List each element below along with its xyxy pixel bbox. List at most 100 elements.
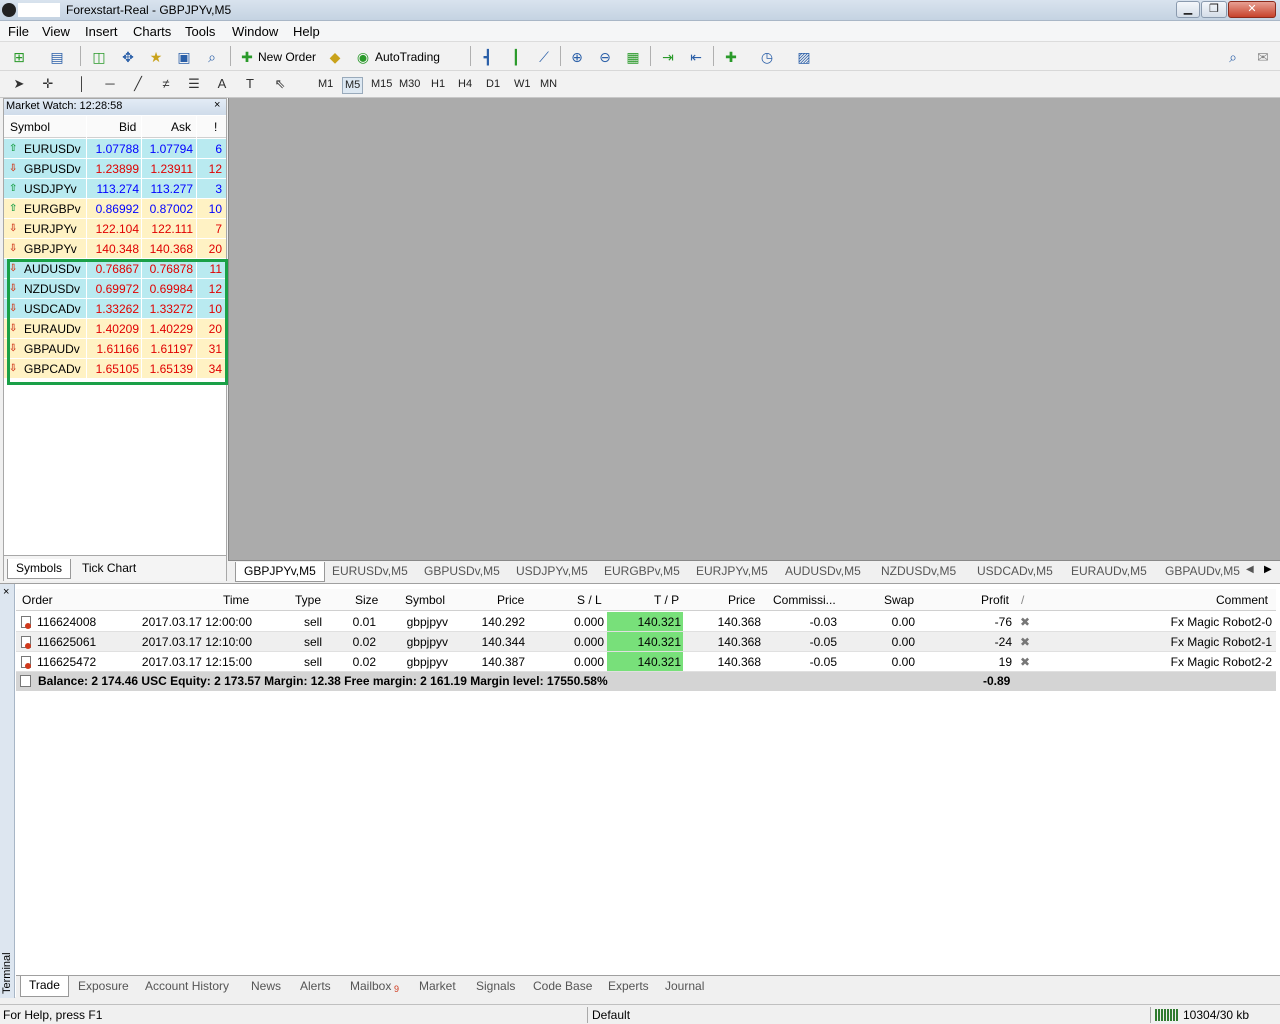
market-watch-close-icon[interactable]: × bbox=[214, 99, 220, 111]
tab-exposure[interactable]: Exposure bbox=[78, 979, 129, 993]
col-profit[interactable]: Profit bbox=[981, 593, 1009, 607]
tab-trade[interactable]: Trade bbox=[20, 976, 69, 997]
tf-h4[interactable]: H4 bbox=[456, 77, 474, 94]
tab-journal[interactable]: Journal bbox=[665, 979, 704, 993]
trendline-icon[interactable]: ╱ bbox=[128, 74, 148, 94]
strategy-tester-icon[interactable]: ⌕ bbox=[201, 46, 223, 68]
col-ask[interactable]: Ask bbox=[171, 120, 191, 134]
indicators-icon[interactable]: ✚ bbox=[720, 46, 742, 68]
data-window-icon[interactable]: ✥ bbox=[117, 46, 139, 68]
tf-m15[interactable]: M15 bbox=[369, 77, 394, 94]
tf-m1[interactable]: M1 bbox=[316, 77, 335, 94]
tab-signals[interactable]: Signals bbox=[476, 979, 515, 993]
tf-m5[interactable]: M5 bbox=[342, 77, 364, 94]
chart-tab-gbpusdv[interactable]: GBPUSDv,M5 bbox=[424, 564, 500, 578]
col-type[interactable]: Type bbox=[295, 593, 321, 607]
auto-scroll-icon[interactable]: ⇥ bbox=[657, 46, 679, 68]
zoom-out-icon[interactable]: ⊖ bbox=[594, 46, 616, 68]
close-button[interactable]: ✕ bbox=[1228, 1, 1276, 18]
col-tp[interactable]: T / P bbox=[654, 593, 679, 607]
chart-tab-audusdv[interactable]: AUDUSDv,M5 bbox=[785, 564, 861, 578]
text-label-icon[interactable]: T bbox=[240, 74, 260, 94]
search-icon[interactable]: ⌕ bbox=[1222, 46, 1244, 68]
tf-m30[interactable]: M30 bbox=[397, 77, 422, 94]
arrows-icon[interactable]: ⇖ bbox=[270, 74, 290, 94]
market-watch-row[interactable]: ⇩ GBPJPYv 140.348 140.368 20 bbox=[4, 239, 226, 259]
market-watch-row[interactable]: ⇧ EURGBPv 0.86992 0.87002 10 bbox=[4, 199, 226, 219]
text-tool-icon[interactable]: A bbox=[212, 74, 232, 94]
col-bid[interactable]: Bid bbox=[119, 120, 136, 134]
line-chart-icon[interactable]: ⟋ bbox=[533, 46, 555, 68]
close-order-icon[interactable]: ✖ bbox=[1020, 612, 1030, 632]
chart-tab-eurgbpv[interactable]: EURGBPv,M5 bbox=[604, 564, 680, 578]
tab-alerts[interactable]: Alerts bbox=[300, 979, 331, 993]
tab-scroll-left-icon[interactable]: ◀ bbox=[1246, 564, 1254, 575]
templates-icon[interactable]: ▨ bbox=[793, 46, 815, 68]
new-order-icon[interactable]: ✚ bbox=[236, 46, 258, 68]
menu-charts[interactable]: Charts bbox=[133, 24, 171, 39]
chat-icon[interactable]: ✉ bbox=[1252, 46, 1274, 68]
tab-symbols[interactable]: Symbols bbox=[7, 559, 72, 579]
chart-shift-icon[interactable]: ⇤ bbox=[685, 46, 707, 68]
cursor-icon[interactable]: ➤ bbox=[9, 74, 29, 94]
col-price[interactable]: Price bbox=[497, 593, 524, 607]
col-swap[interactable]: Swap bbox=[884, 593, 914, 607]
tab-account-history[interactable]: Account History bbox=[145, 979, 229, 993]
col-symbol[interactable]: Symbol bbox=[405, 593, 445, 607]
channel-icon[interactable]: ≠ bbox=[156, 74, 176, 94]
trade-row[interactable]: 116625472 2017.03.17 12:15:00 sell 0.02 gbpj… bbox=[16, 652, 1276, 672]
chart-workspace[interactable] bbox=[228, 98, 1280, 560]
trade-row[interactable]: 116624008 2017.03.17 12:00:00 sell 0.01 gbpj… bbox=[16, 612, 1276, 632]
tf-d1[interactable]: D1 bbox=[484, 77, 502, 94]
tab-experts[interactable]: Experts bbox=[608, 979, 649, 993]
profile-name[interactable]: Default bbox=[592, 1008, 630, 1022]
market-watch-row[interactable]: ⇧ USDJPYv 113.274 113.277 3 bbox=[4, 179, 226, 199]
tile-windows-icon[interactable]: ▦ bbox=[622, 46, 644, 68]
new-chart-icon[interactable]: ⊞ bbox=[8, 46, 30, 68]
terminal-icon[interactable]: ▣ bbox=[173, 46, 195, 68]
market-watch-row[interactable]: ⇩ EURJPYv 122.104 122.111 7 bbox=[4, 219, 226, 239]
vertical-line-icon[interactable]: │ bbox=[72, 74, 92, 94]
horizontal-line-icon[interactable]: ─ bbox=[100, 74, 120, 94]
col-commission[interactable]: Commissi... bbox=[773, 593, 836, 607]
tab-market[interactable]: Market bbox=[419, 979, 456, 993]
tab-mailbox[interactable]: Mailbox bbox=[350, 979, 391, 993]
chart-tab-usdcadv[interactable]: USDCADv,M5 bbox=[977, 564, 1053, 578]
minimize-button[interactable]: ▁ bbox=[1176, 1, 1200, 18]
col-time[interactable]: Time bbox=[223, 593, 249, 607]
col-order[interactable]: Order bbox=[22, 593, 53, 607]
close-order-icon[interactable]: ✖ bbox=[1020, 632, 1030, 652]
menu-window[interactable]: Window bbox=[232, 24, 278, 39]
tf-w1[interactable]: W1 bbox=[512, 77, 533, 94]
tab-tick-chart[interactable]: Tick Chart bbox=[74, 559, 144, 579]
metaeditor-icon[interactable]: ◆ bbox=[324, 46, 346, 68]
maximize-button[interactable]: ❐ bbox=[1201, 1, 1227, 18]
periods-icon[interactable]: ◷ bbox=[756, 46, 778, 68]
new-order-button[interactable]: New Order bbox=[258, 50, 316, 64]
trade-row[interactable]: 116625061 2017.03.17 12:10:00 sell 0.02 gbpj… bbox=[16, 632, 1276, 652]
market-watch-row[interactable]: ⇧ EURUSDv 1.07788 1.07794 6 bbox=[4, 139, 226, 159]
navigator-icon[interactable]: ★ bbox=[145, 46, 167, 68]
col-symbol[interactable]: Symbol bbox=[10, 120, 50, 134]
chart-tab-gbpaudv[interactable]: GBPAUDv,M5 bbox=[1165, 564, 1240, 578]
col-sl[interactable]: S / L bbox=[577, 593, 602, 607]
tf-mn[interactable]: MN bbox=[538, 77, 559, 94]
crosshair-icon[interactable]: ✛ bbox=[38, 74, 58, 94]
profiles-icon[interactable]: ▤ bbox=[46, 46, 68, 68]
col-spread[interactable]: ! bbox=[214, 120, 217, 134]
chart-tab-nzdusdv[interactable]: NZDUSDv,M5 bbox=[881, 564, 956, 578]
chart-tab-eurjpyv[interactable]: EURJPYv,M5 bbox=[696, 564, 768, 578]
tab-news[interactable]: News bbox=[251, 979, 281, 993]
menu-tools[interactable]: Tools bbox=[185, 24, 215, 39]
chart-tab-usdjpyv[interactable]: USDJPYv,M5 bbox=[516, 564, 588, 578]
menu-insert[interactable]: Insert bbox=[85, 24, 118, 39]
col-price2[interactable]: Price bbox=[728, 593, 755, 607]
menu-file[interactable]: File bbox=[8, 24, 29, 39]
col-comment[interactable]: Comment bbox=[1216, 593, 1268, 607]
tf-h1[interactable]: H1 bbox=[429, 77, 447, 94]
bar-chart-icon[interactable]: ┫ bbox=[477, 46, 499, 68]
market-watch-row[interactable]: ⇩ GBPUSDv 1.23899 1.23911 12 bbox=[4, 159, 226, 179]
zoom-in-icon[interactable]: ⊕ bbox=[566, 46, 588, 68]
chart-tab-gbpjpyv[interactable]: GBPJPYv,M5 bbox=[235, 562, 325, 582]
close-order-icon[interactable]: ✖ bbox=[1020, 652, 1030, 672]
